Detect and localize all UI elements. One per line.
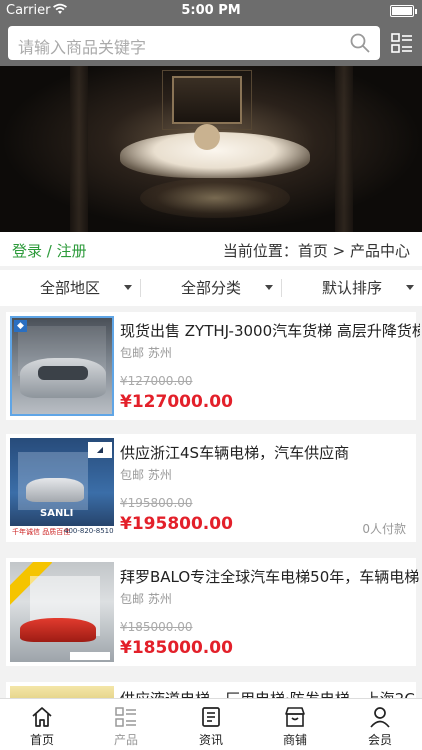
banner-reflection — [140, 178, 290, 218]
banner-pillar — [70, 66, 88, 232]
product-card[interactable]: 拜罗BALO专注全球汽车电梯50年，车辆电梯 包邮 苏州 ¥185000.00 … — [6, 558, 419, 666]
news-icon — [199, 705, 223, 729]
thumb-logo — [70, 652, 110, 660]
tab-label: 商铺 — [282, 733, 307, 747]
search-header: 请输入商品关键字 — [0, 22, 422, 66]
original-price: ¥127000.00 — [120, 374, 193, 388]
home-icon — [30, 705, 54, 729]
tab-news[interactable]: 资讯 — [169, 699, 253, 750]
user-icon — [368, 705, 392, 729]
product-card[interactable]: ◆ 现货出售 ZYTHJ-3000汽车货梯 高层升降货梯 包邮 苏州 ¥1270… — [6, 312, 420, 420]
product-meta: 包邮 苏州 — [120, 346, 172, 360]
sales-count: 0人付款 — [362, 522, 406, 536]
filter-region[interactable]: 全部地区 — [0, 270, 140, 306]
store-icon — [283, 705, 307, 729]
filter-sort-label: 默认排序 — [321, 279, 382, 297]
tab-label: 资讯 — [198, 733, 223, 747]
tab-label: 会员 — [367, 733, 392, 747]
original-price: ¥185000.00 — [120, 620, 193, 634]
product-title[interactable]: 拜罗BALO专注全球汽车电梯50年，车辆电梯 — [120, 566, 420, 587]
product-image[interactable] — [10, 562, 114, 662]
tab-label: 首页 — [29, 733, 54, 747]
caret-down-icon — [265, 285, 273, 290]
search-placeholder: 请输入商品关键字 — [18, 38, 147, 57]
filter-sort[interactable]: 默认排序 — [282, 270, 422, 306]
battery-icon — [390, 5, 414, 17]
search-icon[interactable] — [350, 33, 370, 53]
car-shape — [26, 478, 84, 502]
thumb-phone: 400-820-8510 — [64, 527, 114, 535]
search-input[interactable]: 请输入商品关键字 — [8, 26, 380, 60]
product-title[interactable]: 现货出售 ZYTHJ-3000汽车货梯 高层升降货梯 — [120, 320, 420, 341]
filter-category-label: 全部分类 — [180, 279, 241, 297]
breadcrumb: 当前位置：首页 > 产品中心 — [222, 242, 410, 260]
banner-painting — [172, 76, 242, 124]
bottom-tab-bar: 首页 产品 资讯 商铺 会员 — [0, 698, 422, 750]
product-price: ¥185000.00 — [120, 638, 233, 658]
promo-banner[interactable] — [0, 66, 422, 232]
status-bar: Carrier 5:00 PM — [0, 0, 422, 22]
caret-down-icon — [124, 285, 132, 290]
brand-logo-icon: ◢ — [88, 442, 112, 458]
location-bar: 登录 / 注册 当前位置：首页 > 产品中心 — [0, 232, 422, 266]
product-meta: 包邮 苏州 — [120, 468, 172, 482]
product-meta: 包邮 苏州 — [120, 592, 172, 606]
login-register-link[interactable]: 登录 / 注册 — [12, 240, 87, 261]
thumb-footer: 千年诚信 品质百佳 400-820-8510 — [10, 526, 114, 538]
tab-home[interactable]: 首页 — [0, 699, 84, 750]
car-shape — [20, 618, 96, 642]
filter-bar: 全部地区 全部分类 默认排序 — [0, 270, 422, 306]
filter-category[interactable]: 全部分类 — [141, 270, 281, 306]
product-card[interactable]: ◢ SANLI 千年诚信 品质百佳 400-820-8510 供应浙江4S车辆电… — [6, 434, 416, 542]
battery-tip — [415, 9, 417, 14]
list-icon — [114, 705, 138, 729]
tab-label: 产品 — [113, 733, 138, 747]
tab-store[interactable]: 商铺 — [253, 699, 337, 750]
filter-region-label: 全部地区 — [39, 279, 100, 297]
clock: 5:00 PM — [181, 3, 241, 18]
original-price: ¥195800.00 — [120, 496, 193, 510]
product-title[interactable]: 供应浙江4S车辆电梯，汽车供应商 — [120, 442, 420, 463]
thumb-tag: 千年诚信 品质百佳 — [12, 528, 71, 536]
tab-member[interactable]: 会员 — [338, 699, 422, 750]
category-menu-icon[interactable] — [390, 31, 414, 55]
product-image[interactable]: ◆ — [10, 316, 114, 416]
product-price: ¥195800.00 — [120, 514, 233, 534]
banner-pillar — [335, 66, 353, 232]
brand-logo-icon: ◆ — [14, 320, 27, 332]
product-price: ¥127000.00 — [120, 392, 233, 412]
product-image[interactable]: ◢ SANLI 千年诚信 品质百佳 400-820-8510 — [10, 438, 114, 538]
thumb-brand: SANLI — [40, 508, 74, 519]
car-grille — [38, 366, 88, 380]
caret-down-icon — [406, 285, 414, 290]
banner-figure — [194, 124, 220, 150]
tab-products[interactable]: 产品 — [84, 699, 168, 750]
